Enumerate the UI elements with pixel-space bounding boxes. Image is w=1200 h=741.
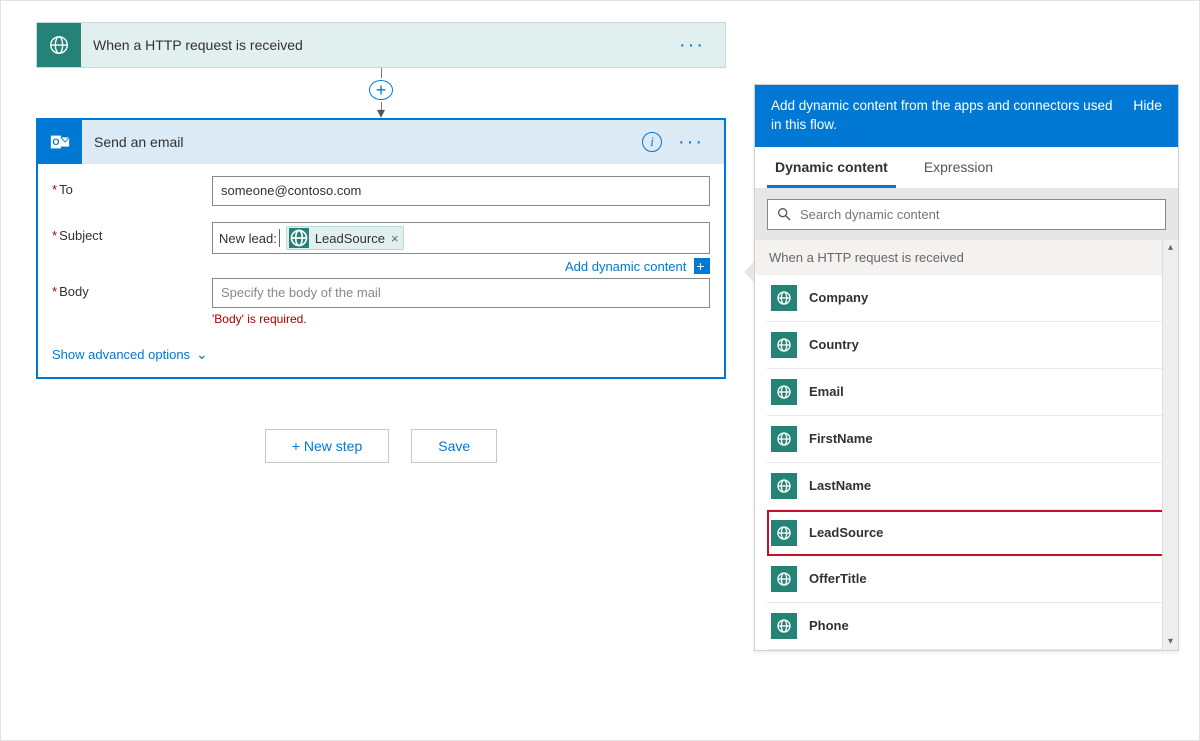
dynamic-content-panel: Add dynamic content from the apps and co… [754, 84, 1179, 651]
http-trigger-icon [771, 613, 797, 639]
http-trigger-icon [289, 228, 309, 248]
dynamic-content-search-input[interactable] [792, 206, 1157, 223]
add-dynamic-content-link[interactable]: Add dynamic content [565, 259, 686, 274]
dynamic-item-label: Phone [809, 618, 849, 633]
http-trigger-icon [771, 473, 797, 499]
text-cursor [279, 229, 280, 247]
subject-input[interactable]: New lead: LeadSource × [212, 222, 710, 254]
dynamic-item-company[interactable]: Company [767, 275, 1166, 322]
scroll-down-icon[interactable]: ▾ [1163, 634, 1178, 650]
http-trigger-icon [771, 520, 797, 546]
show-advanced-link[interactable]: Show advanced options ⌄ [52, 342, 208, 365]
dynamic-item-firstname[interactable]: FirstName [767, 416, 1166, 463]
to-input[interactable]: someone@contoso.com [212, 176, 710, 206]
search-icon [776, 206, 792, 222]
body-error-text: 'Body' is required. [212, 312, 710, 326]
tab-expression[interactable]: Expression [916, 147, 1001, 188]
trigger-more-button[interactable]: ··· [673, 34, 711, 57]
http-trigger-icon [771, 379, 797, 405]
body-input[interactable]: Specify the body of the mail [212, 278, 710, 308]
dynamic-item-country[interactable]: Country [767, 322, 1166, 369]
chevron-down-icon: ⌄ [196, 346, 208, 363]
panel-hide-link[interactable]: Hide [1133, 97, 1162, 113]
dynamic-group-header: When a HTTP request is received [755, 240, 1178, 275]
send-email-card[interactable]: O Send an email i ··· *To someone@contos… [36, 118, 726, 379]
dynamic-item-label: Email [809, 384, 844, 399]
http-trigger-icon [771, 332, 797, 358]
save-button[interactable]: Save [411, 429, 497, 463]
scroll-up-icon[interactable]: ▴ [1163, 240, 1178, 256]
to-label: *To [52, 176, 212, 197]
panel-header-text: Add dynamic content from the apps and co… [771, 97, 1133, 135]
trigger-title: When a HTTP request is received [81, 37, 673, 53]
dynamic-item-lastname[interactable]: LastName [767, 463, 1166, 510]
dynamic-item-phone[interactable]: Phone [767, 603, 1166, 650]
token-label: LeadSource [315, 231, 385, 246]
dynamic-item-label: Company [809, 290, 868, 305]
insert-step-button[interactable]: + [369, 80, 393, 100]
tab-dynamic-content[interactable]: Dynamic content [767, 147, 896, 188]
dynamic-item-label: OfferTitle [809, 571, 867, 586]
action-more-button[interactable]: ··· [672, 131, 710, 154]
subject-label: *Subject [52, 222, 212, 243]
http-trigger-icon [771, 426, 797, 452]
dynamic-item-label: LeadSource [809, 525, 883, 540]
dynamic-item-offertitle[interactable]: OfferTitle [767, 556, 1166, 603]
outlook-icon: O [38, 120, 82, 164]
http-trigger-icon [37, 23, 81, 67]
http-trigger-icon [771, 285, 797, 311]
dynamic-item-label: LastName [809, 478, 871, 493]
svg-text:O: O [52, 137, 59, 147]
panel-callout-arrow [744, 262, 754, 282]
dynamic-content-search[interactable] [767, 199, 1166, 230]
leadsource-token[interactable]: LeadSource × [286, 226, 404, 250]
info-icon[interactable]: i [642, 132, 662, 152]
subject-text-prefix: New lead: [219, 231, 277, 246]
panel-scrollbar[interactable]: ▴ ▾ [1162, 240, 1178, 650]
action-title: Send an email [82, 134, 642, 150]
add-dynamic-content-plus-icon[interactable]: + [694, 258, 710, 274]
trigger-card[interactable]: When a HTTP request is received ··· [36, 22, 726, 68]
token-remove-icon[interactable]: × [391, 231, 399, 246]
dynamic-item-label: Country [809, 337, 859, 352]
connector: + ▾ [36, 68, 726, 118]
body-label: *Body [52, 278, 212, 299]
dynamic-item-leadsource[interactable]: LeadSource [767, 510, 1166, 556]
dynamic-item-email[interactable]: Email [767, 369, 1166, 416]
new-step-button[interactable]: + New step [265, 429, 389, 463]
dynamic-item-label: FirstName [809, 431, 873, 446]
http-trigger-icon [771, 566, 797, 592]
